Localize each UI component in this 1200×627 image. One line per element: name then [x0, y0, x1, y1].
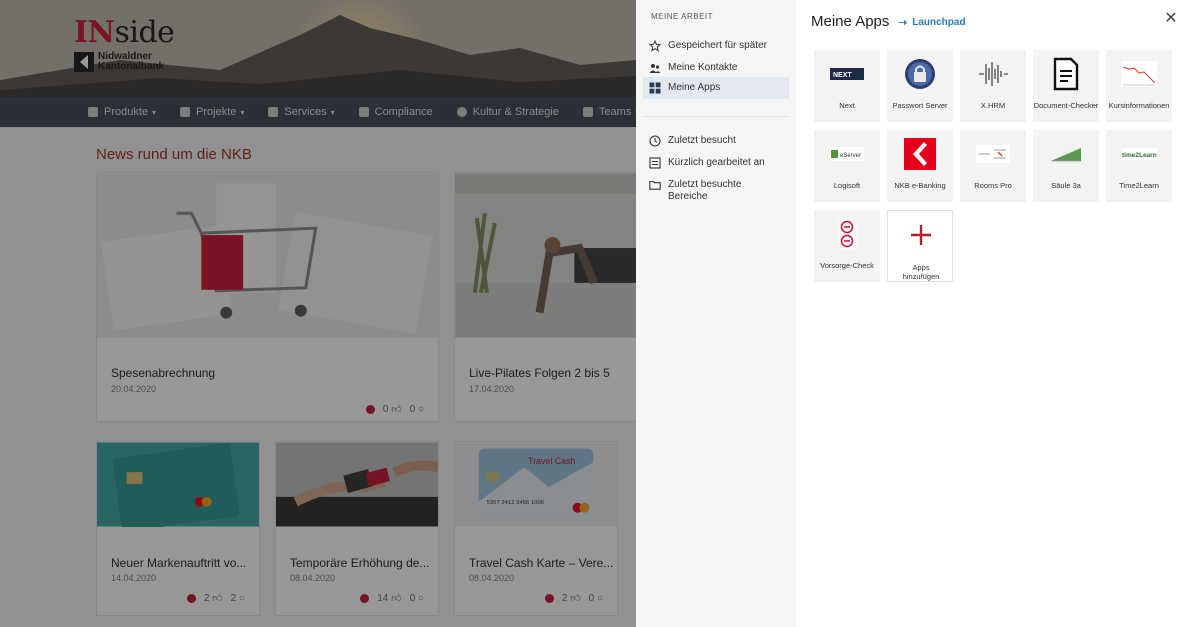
app-tile-nkb-ebanking[interactable]: NKB e-Banking: [887, 130, 953, 202]
app-tile-label: X.HRM: [980, 101, 1006, 110]
sidebar-item-label: Meine Apps: [668, 82, 721, 93]
sidebar-heading: MEINE ARBEIT: [651, 12, 714, 21]
panel-title: Meine Apps: [811, 13, 890, 30]
app-tile-label: Säule 3a: [1051, 181, 1081, 190]
app-tile-label: Kursinformationen: [1108, 101, 1170, 110]
app-tile-xhrm[interactable]: X.HRM: [960, 50, 1026, 122]
app-tile-label: Logisoft: [833, 181, 861, 190]
app-tile-passwort-server[interactable]: Passwort Server: [887, 50, 953, 122]
sidebar-item-label: Meine Kontakte: [668, 62, 738, 73]
app-tile-label: Apps hinzufügen: [902, 263, 940, 281]
logisoft-logo-icon: eServer: [827, 137, 867, 171]
app-tile-logisoft[interactable]: eServer Logisoft: [814, 130, 880, 202]
app-tile-label: NKB e-Banking: [894, 181, 946, 190]
app-tile-saeule-3a[interactable]: Säule 3a: [1033, 130, 1099, 202]
close-button[interactable]: ✕: [1162, 10, 1180, 28]
dim-overlay[interactable]: [0, 0, 636, 627]
app-tile-rooms-pro[interactable]: Rooms Pro: [960, 130, 1026, 202]
sidebar-item-label: Zuletzt besuchte Bereiche: [668, 179, 742, 202]
app-tile-label: Document-Checker: [1033, 101, 1099, 110]
launchpad-link[interactable]: ➝ Launchpad: [898, 16, 966, 29]
sidebar-item-recently-worked[interactable]: Kürzlich gearbeitet an: [643, 153, 789, 173]
chart-line-icon: [1119, 57, 1159, 91]
app-tile-label: Passwort Server: [892, 101, 948, 110]
contacts-icon: [649, 62, 661, 74]
apps-grid-icon: [649, 82, 661, 94]
xhrm-logo-icon: [973, 57, 1013, 91]
sidebar-item-contacts[interactable]: Meine Kontakte: [643, 58, 789, 78]
time2learn-logo-icon: time2Learn: [1119, 137, 1159, 171]
app-tile-time2learn[interactable]: time2Learn Time2Learn: [1106, 130, 1172, 202]
password-lock-icon: [900, 57, 940, 91]
star-icon: [648, 39, 662, 52]
sidebar-item-my-apps[interactable]: Meine Apps: [643, 77, 789, 99]
logisoft-logo-text: eServer: [840, 153, 861, 159]
clock-icon: [649, 135, 661, 147]
sidebar-item-label: Zuletzt besucht: [668, 135, 736, 146]
close-icon: ✕: [1164, 10, 1178, 27]
app-tile-document-checker[interactable]: Document-Checker: [1033, 50, 1099, 122]
sidebar-item-recent-areas[interactable]: Zuletzt besuchte Bereiche: [643, 175, 789, 207]
document-icon: [1046, 57, 1086, 91]
launchpad-link-label: Launchpad: [912, 17, 966, 28]
rooms-logo-icon: [973, 137, 1013, 171]
my-work-panel: MEINE ARBEIT Gespeichert für später Mein…: [636, 0, 1200, 627]
next-logo-icon: NEXT: [827, 57, 867, 91]
app-tile-label: Vorsorge-Check: [820, 261, 874, 270]
saeule-logo-icon: [1046, 137, 1086, 171]
time2learn-logo-text: time2Learn: [1122, 152, 1157, 159]
arrow-right-icon: ➝: [898, 17, 908, 29]
sidebar-item-label: Kürzlich gearbeitet an: [668, 157, 765, 168]
folder-icon: [649, 179, 661, 191]
app-tile-vorsorge-check[interactable]: Vorsorge-Check: [814, 210, 880, 282]
sidebar-divider: [643, 116, 789, 117]
app-tile-label: Next: [839, 101, 855, 110]
app-tile-kursinformationen[interactable]: Kursinformationen: [1106, 50, 1172, 122]
next-logo-text: NEXT: [833, 72, 852, 79]
apps-main: Meine Apps ➝ Launchpad ✕ NEXT Next Passwo…: [796, 0, 1200, 627]
add-apps-button[interactable]: Apps hinzufügen: [887, 210, 953, 282]
panel-sidebar: MEINE ARBEIT Gespeichert für später Mein…: [636, 0, 796, 627]
plus-icon: [901, 218, 941, 252]
nkb-logo-icon: [900, 137, 940, 171]
app-tile-next[interactable]: NEXT Next: [814, 50, 880, 122]
app-tile-label: Rooms Pro: [974, 181, 1012, 190]
doc-list-icon: [649, 157, 661, 169]
vorsorge-icon: [827, 217, 867, 251]
sidebar-item-saved[interactable]: Gespeichert für später: [643, 36, 789, 56]
sidebar-item-label: Gespeichert für später: [668, 40, 767, 51]
app-tile-label: Time2Learn: [1119, 181, 1159, 190]
sidebar-item-recently-visited[interactable]: Zuletzt besucht: [643, 131, 789, 151]
